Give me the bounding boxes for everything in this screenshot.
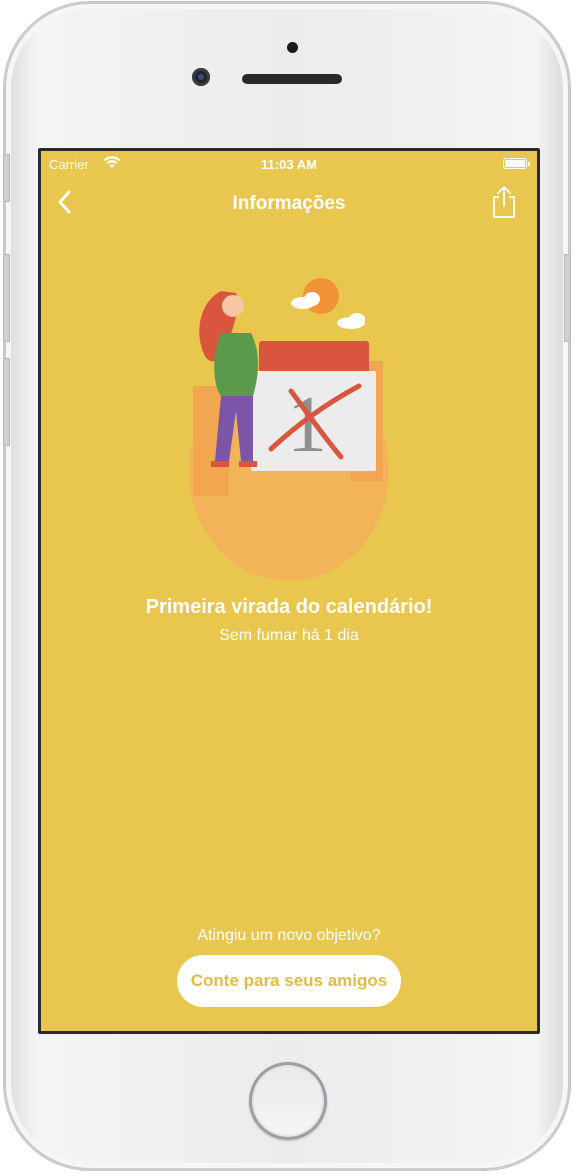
battery-icon	[503, 158, 530, 169]
woman-head	[222, 295, 244, 317]
calendar-illustration: 1	[189, 278, 389, 581]
app-screen: Carrier 11:03 AM Informações 1 Primeira …	[41, 151, 537, 1031]
volume-down-button	[3, 358, 10, 446]
tell-friends-button[interactable]: Conte para seus amigos	[177, 955, 401, 1007]
earpiece-speaker	[242, 74, 342, 84]
power-button	[564, 254, 571, 342]
status-time: 11:03 AM	[261, 157, 317, 172]
milestone-subtitle: Sem fumar há 1 dia	[219, 627, 359, 644]
goal-prompt: Atingiu um novo objetivo?	[197, 927, 381, 944]
nav-bar: Informações	[41, 177, 537, 227]
woman-torso	[214, 333, 258, 396]
front-camera	[192, 68, 210, 86]
milestone-title: Primeira virada do calendário!	[145, 596, 433, 618]
proximity-sensor	[287, 42, 298, 53]
share-button[interactable]	[489, 185, 519, 219]
home-button[interactable]	[249, 1062, 327, 1140]
page-title: Informações	[232, 193, 346, 214]
mute-switch	[3, 154, 10, 202]
status-bar: Carrier 11:03 AM	[41, 151, 537, 177]
volume-up-button	[3, 254, 10, 342]
share-icon	[493, 186, 515, 218]
screen: Carrier 11:03 AM Informações 1 Primeira …	[38, 148, 540, 1034]
